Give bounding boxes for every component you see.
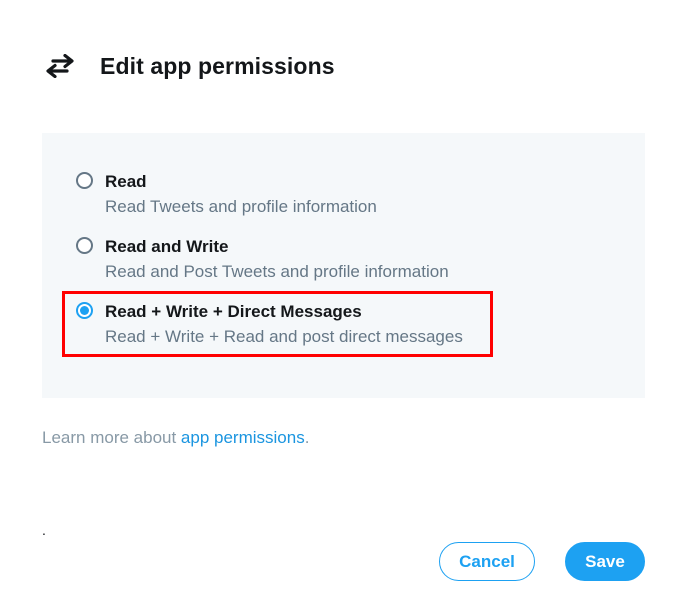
learn-more-prefix: Learn more about (42, 428, 181, 447)
permission-option-read-write-dm[interactable]: Read + Write + Direct Messages Read + Wr… (76, 302, 463, 347)
app-permissions-link[interactable]: app permissions (181, 428, 305, 447)
dialog-header: Edit app permissions (41, 48, 335, 84)
learn-more-suffix: . (304, 428, 310, 447)
stray-mark: . (42, 522, 46, 538)
learn-more-text: Learn more about app permissions. (42, 428, 309, 448)
permission-label: Read + Write + Direct Messages (105, 302, 362, 321)
dialog-title: Edit app permissions (100, 52, 335, 79)
permission-description: Read Tweets and profile information (105, 197, 377, 216)
edit-app-permissions-dialog: Edit app permissions Read Read Tweets an… (0, 0, 693, 616)
read-write-dm-radio[interactable] (76, 302, 93, 319)
cancel-button[interactable]: Cancel (439, 542, 535, 581)
permissions-options-panel: Read Read Tweets and profile information… (42, 133, 645, 398)
permission-label: Read and Write (105, 237, 229, 256)
read-radio[interactable] (76, 172, 93, 189)
save-button[interactable]: Save (565, 542, 645, 581)
permission-option-read-write[interactable]: Read and Write Read and Post Tweets and … (76, 237, 449, 282)
permission-description: Read and Post Tweets and profile informa… (105, 262, 449, 281)
swap-arrows-icon (41, 53, 79, 79)
permission-option-read[interactable]: Read Read Tweets and profile information (76, 172, 377, 217)
permission-description: Read + Write + Read and post direct mess… (105, 327, 463, 346)
permission-label: Read (105, 172, 147, 191)
read-write-radio[interactable] (76, 237, 93, 254)
